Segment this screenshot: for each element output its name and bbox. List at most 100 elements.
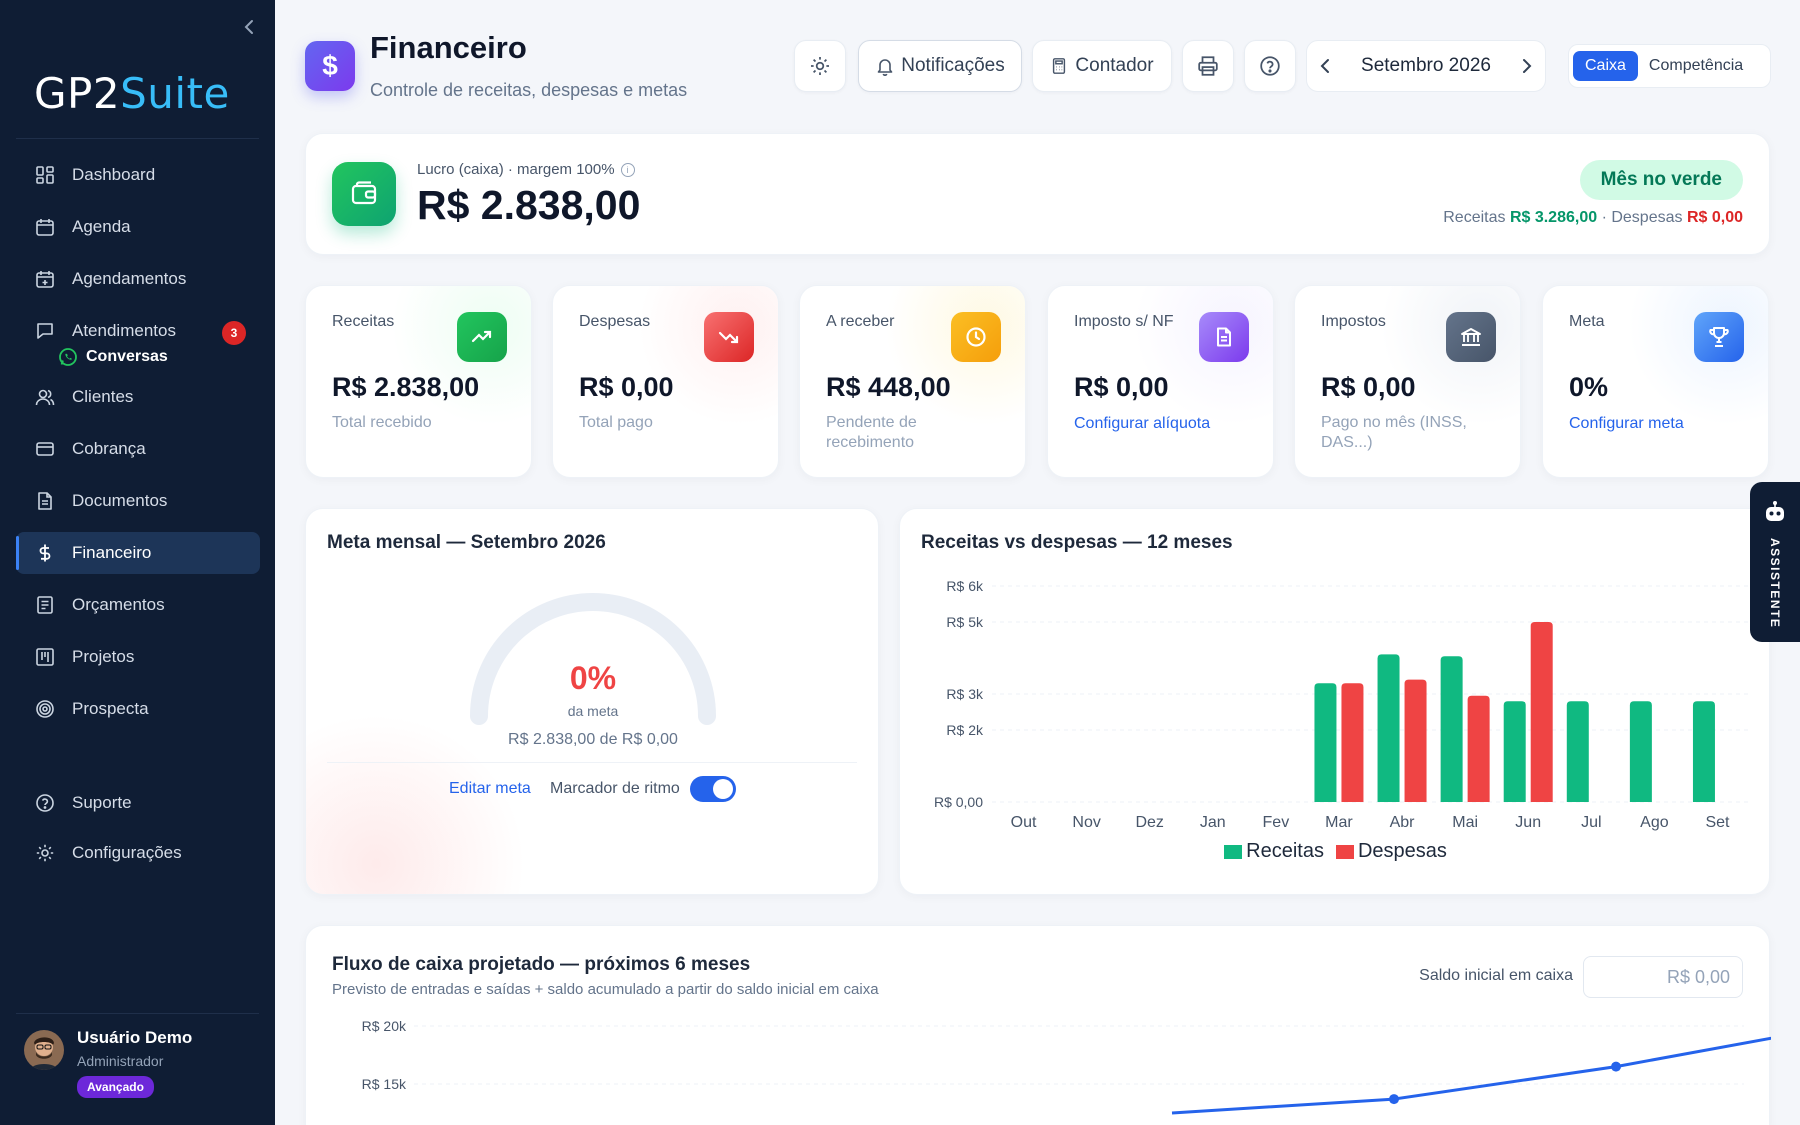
- notifications-button[interactable]: Notificações: [858, 40, 1022, 92]
- file-list-icon: [34, 594, 56, 616]
- sidebar-item-label: Suporte: [72, 793, 132, 812]
- grid-icon: [34, 164, 56, 186]
- sidebar-item-label: Clientes: [72, 387, 134, 406]
- bar-receitas-mai[interactable]: [1440, 656, 1463, 802]
- print-button[interactable]: [1182, 40, 1234, 92]
- bar-receitas-ago[interactable]: [1629, 701, 1652, 802]
- summary-despesas-value: R$ 0,00: [1686, 209, 1743, 226]
- legend-swatch: [1224, 844, 1243, 859]
- bar-despesas-jun[interactable]: [1530, 622, 1553, 802]
- gear-icon: [34, 842, 56, 864]
- bar-despesas-mai[interactable]: [1467, 695, 1490, 802]
- previous-period-button[interactable]: [1319, 57, 1331, 75]
- sidebar-item-atendimentos[interactable]: Atendimentos 3: [16, 310, 260, 352]
- bar-receitas-abr[interactable]: [1377, 654, 1400, 802]
- bar-receitas-jun[interactable]: [1503, 701, 1526, 802]
- x-tick-label: Jul: [1581, 814, 1601, 831]
- bar-despesas-abr[interactable]: [1404, 679, 1427, 802]
- configure-rate-link[interactable]: Configurar alíquota: [1074, 415, 1210, 433]
- sidebar-item-financeiro[interactable]: Financeiro: [16, 532, 260, 574]
- document-icon: [34, 490, 56, 512]
- y-tick-label: R$ 0,00: [934, 794, 983, 810]
- x-tick-label: Set: [1705, 814, 1730, 831]
- printer-icon: [1198, 56, 1218, 76]
- settings-button[interactable]: [794, 40, 846, 92]
- legend-label: Despesas: [1357, 840, 1447, 862]
- sidebar-nav: Dashboard Agenda Agendamentos Atendiment…: [16, 154, 260, 874]
- pace-marker-toggle[interactable]: [690, 776, 736, 802]
- period-label: Setembro 2026: [1361, 55, 1491, 76]
- assistant-tab[interactable]: ASSISTENTE: [1750, 482, 1800, 642]
- legend-swatch: [1335, 844, 1354, 859]
- sidebar-item-configuracoes[interactable]: Configurações: [16, 832, 260, 874]
- dollar-icon: [34, 542, 56, 564]
- sidebar-item-projetos[interactable]: Projetos: [16, 636, 260, 678]
- kpi-value: R$ 0,00: [1074, 372, 1169, 402]
- toggle-knob: [713, 779, 733, 799]
- help-circle-icon: [1260, 56, 1280, 76]
- y-tick-label: R$ 15k: [362, 1076, 407, 1092]
- kpi-card-impostos: Impostos R$ 0,00 Pago no mês (INSS, DAS.…: [1294, 285, 1521, 478]
- bar-receitas-set[interactable]: [1692, 701, 1715, 802]
- gear-icon: [810, 56, 830, 76]
- collapse-sidebar-button[interactable]: [238, 14, 260, 40]
- kpi-caption: Total recebido: [332, 414, 432, 431]
- logo-text-part2: Suite: [120, 68, 230, 118]
- cash-flow-line: [1171, 1036, 1771, 1115]
- user-role: Administrador: [77, 1053, 164, 1069]
- credit-card-icon: [34, 438, 56, 460]
- avatar: [24, 1030, 64, 1070]
- mode-competencia-button[interactable]: Competência: [1638, 51, 1754, 81]
- next-period-button[interactable]: [1521, 57, 1533, 75]
- help-button[interactable]: [1244, 40, 1296, 92]
- sidebar-item-label: Financeiro: [72, 543, 152, 562]
- contador-label: Contador: [1075, 55, 1154, 76]
- sidebar-item-agendamentos[interactable]: Agendamentos: [16, 258, 260, 300]
- kpi-label: A receber: [826, 313, 895, 330]
- sidebar-item-label: Projetos: [72, 647, 135, 666]
- sidebar-item-cobranca[interactable]: Cobrança: [16, 428, 260, 470]
- chevron-right-icon: [1522, 59, 1532, 73]
- cash-flow-point[interactable]: [1389, 1094, 1399, 1105]
- x-tick-label: Fev: [1263, 814, 1290, 831]
- revenue-expenses-chart-card: Receitas vs despesas — 12 meses R$ 0,00 R…: [899, 508, 1770, 895]
- sidebar-item-agenda[interactable]: Agenda: [16, 206, 260, 248]
- user-name: Usuário Demo: [77, 1028, 193, 1047]
- kpi-card-a-receber: A receber R$ 448,00 Pendente de recebime…: [799, 285, 1026, 478]
- x-tick-label: Jan: [1200, 814, 1226, 831]
- sidebar: GP2 Suite Dashboard Agenda Agendamentos A…: [0, 0, 275, 1125]
- app-logo[interactable]: GP2 Suite: [34, 68, 230, 118]
- bar-despesas-mar[interactable]: [1341, 683, 1364, 802]
- info-icon[interactable]: i: [620, 162, 635, 177]
- sidebar-item-label: Cobrança: [72, 439, 146, 458]
- mode-caixa-button[interactable]: Caixa: [1573, 51, 1638, 81]
- goal-title: Meta mensal — Setembro 2026: [327, 532, 606, 553]
- profit-card: Lucro (caixa) · margem 100% i R$ 2.838,0…: [305, 133, 1770, 255]
- legend-item-receitas[interactable]: Receitas: [1224, 840, 1324, 863]
- sidebar-item-prospecta[interactable]: Prospecta: [16, 688, 260, 730]
- sidebar-item-suporte[interactable]: Suporte: [16, 782, 260, 824]
- edit-goal-link[interactable]: Editar meta: [449, 780, 531, 798]
- sidebar-item-clientes[interactable]: Clientes: [16, 376, 260, 418]
- gauge-track: [470, 593, 716, 725]
- configure-goal-link[interactable]: Configurar meta: [1569, 415, 1684, 433]
- bar-receitas-mar[interactable]: [1314, 683, 1337, 802]
- bar-receitas-jul[interactable]: [1566, 701, 1589, 802]
- period-selector: Setembro 2026: [1306, 40, 1546, 92]
- trophy-icon: [1694, 312, 1744, 362]
- x-tick-label: Ago: [1640, 814, 1669, 831]
- goal-progress-text: R$ 2.838,00 de R$ 0,00: [508, 731, 678, 748]
- cash-flow-point[interactable]: [1611, 1061, 1621, 1072]
- document-icon: [1199, 312, 1249, 362]
- kpi-value: 0%: [1569, 372, 1609, 402]
- user-profile[interactable]: Usuário Demo Administrador Avançado: [24, 1028, 192, 1098]
- y-tick-label: R$ 5k: [946, 614, 984, 630]
- sidebar-item-orcamentos[interactable]: Orçamentos: [16, 584, 260, 626]
- sidebar-item-dashboard[interactable]: Dashboard: [16, 154, 260, 196]
- monthly-goal-card: Meta mensal — Setembro 2026 0% da meta R…: [305, 508, 879, 895]
- chevron-left-icon: [1320, 59, 1329, 73]
- contador-button[interactable]: Contador: [1032, 40, 1172, 92]
- legend-item-despesas[interactable]: Despesas: [1335, 840, 1447, 863]
- kpi-label: Receitas: [332, 313, 395, 330]
- sidebar-item-documentos[interactable]: Documentos: [16, 480, 260, 522]
